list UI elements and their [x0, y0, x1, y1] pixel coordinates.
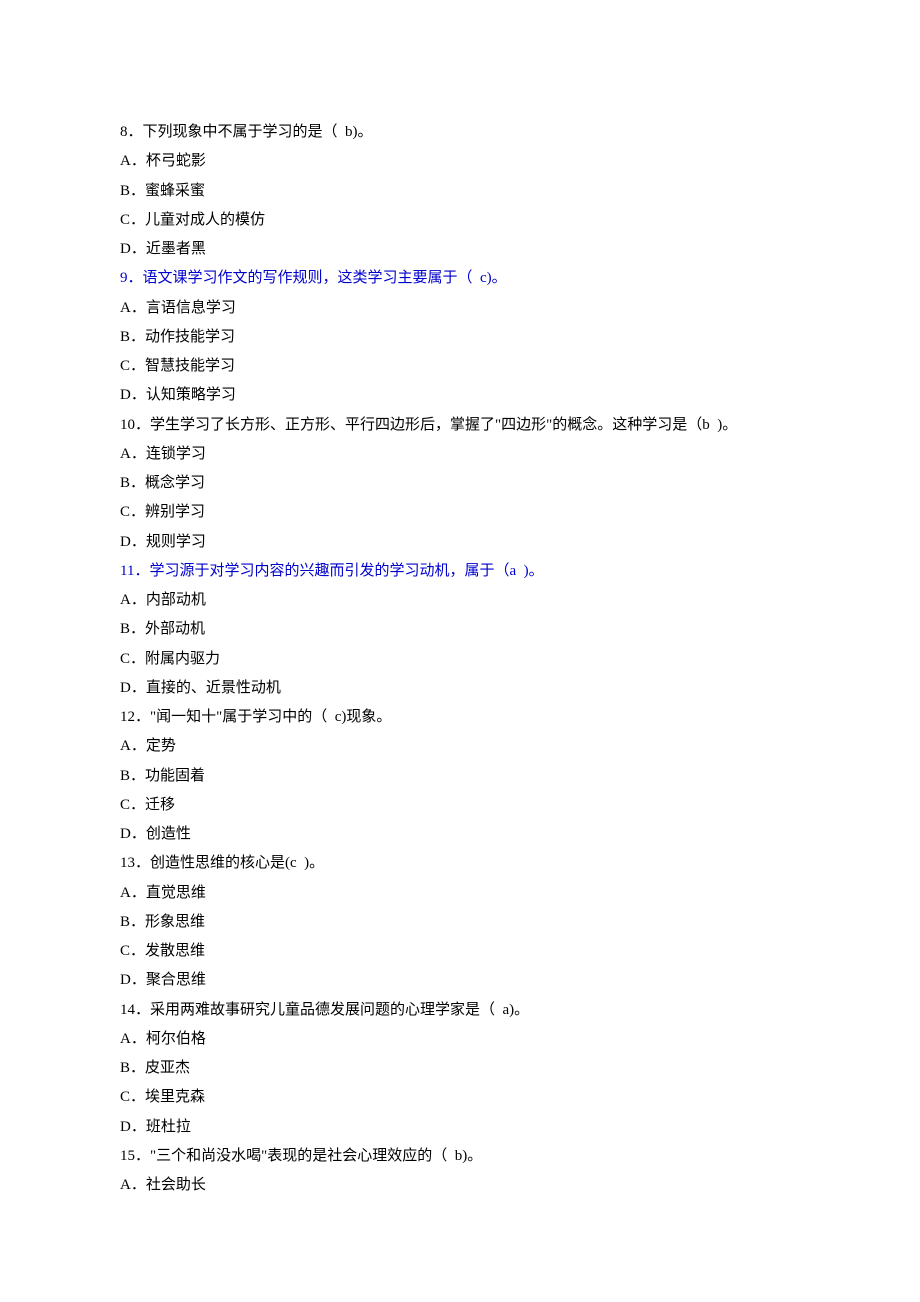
question-option: C．智慧技能学习: [120, 352, 800, 381]
question-option: A．柯尔伯格: [120, 1025, 800, 1054]
question-option: C．埃里克森: [120, 1083, 800, 1112]
question-option: A．内部动机: [120, 586, 800, 615]
question-stem: 11．学习源于对学习内容的兴趣而引发的学习动机，属于（a )。: [120, 557, 800, 586]
question-option: B．外部动机: [120, 615, 800, 644]
question-option: C．儿童对成人的模仿: [120, 206, 800, 235]
question-option: C．迁移: [120, 791, 800, 820]
question-stem: 14．采用两难故事研究儿童品德发展问题的心理学家是（ a)。: [120, 996, 800, 1025]
question-option: D．直接的、近景性动机: [120, 674, 800, 703]
document-content: 8．下列现象中不属于学习的是（ b)。A．杯弓蛇影B．蜜蜂采蜜C．儿童对成人的模…: [120, 118, 800, 1200]
question-option: D．聚合思维: [120, 966, 800, 995]
question-stem: 10．学生学习了长方形、正方形、平行四边形后，掌握了"四边形"的概念。这种学习是…: [120, 411, 800, 440]
question-stem: 12．"闻一知十"属于学习中的（ c)现象。: [120, 703, 800, 732]
question-stem: 13．创造性思维的核心是(c )。: [120, 849, 800, 878]
question-option: D．近墨者黑: [120, 235, 800, 264]
question-option: B．概念学习: [120, 469, 800, 498]
question-option: A．直觉思维: [120, 879, 800, 908]
question-option: D．班杜拉: [120, 1113, 800, 1142]
question-option: A．言语信息学习: [120, 294, 800, 323]
question-option: A．定势: [120, 732, 800, 761]
question-option: A．连锁学习: [120, 440, 800, 469]
question-option: D．规则学习: [120, 528, 800, 557]
question-option: B．皮亚杰: [120, 1054, 800, 1083]
question-stem: 8．下列现象中不属于学习的是（ b)。: [120, 118, 800, 147]
question-stem: 15．"三个和尚没水喝"表现的是社会心理效应的（ b)。: [120, 1142, 800, 1171]
question-option: C．附属内驱力: [120, 645, 800, 674]
question-option: B．蜜蜂采蜜: [120, 177, 800, 206]
question-option: B．动作技能学习: [120, 323, 800, 352]
question-option: A．杯弓蛇影: [120, 147, 800, 176]
question-option: B．形象思维: [120, 908, 800, 937]
question-stem: 9．语文课学习作文的写作规则，这类学习主要属于（ c)。: [120, 264, 800, 293]
question-option: D．认知策略学习: [120, 381, 800, 410]
question-option: B．功能固着: [120, 762, 800, 791]
question-option: C．发散思维: [120, 937, 800, 966]
question-option: A．社会助长: [120, 1171, 800, 1200]
question-option: D．创造性: [120, 820, 800, 849]
question-option: C．辨别学习: [120, 498, 800, 527]
